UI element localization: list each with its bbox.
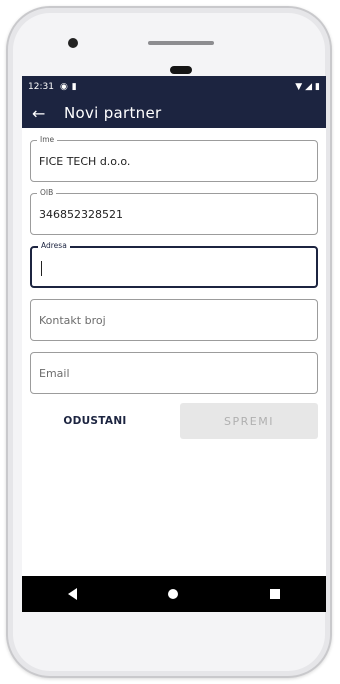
app-bar: ← Novi partner: [22, 98, 326, 128]
address-field-label: Adresa: [38, 241, 70, 250]
system-nav-bar: [22, 576, 326, 612]
form-actions: ODUSTANI SPREMI: [30, 403, 318, 439]
text-cursor: [41, 261, 42, 276]
sensor-pill: [170, 66, 192, 74]
status-time: 12:31: [28, 82, 54, 92]
cancel-button[interactable]: ODUSTANI: [30, 403, 160, 439]
front-camera: [68, 38, 78, 48]
sd-card-icon: ▮: [71, 82, 77, 92]
battery-icon: ▮: [315, 82, 320, 92]
page-title: Novi partner: [64, 104, 162, 122]
app-notification-icon: ◉: [59, 82, 68, 92]
back-arrow-icon[interactable]: ←: [32, 104, 48, 123]
app-screen: 12:31 ◉ ▮ ▼ ◢ ▮ ← Novi partner Ime FICE …: [22, 76, 326, 612]
nav-back-icon[interactable]: [67, 588, 77, 600]
email-placeholder: Email: [39, 367, 70, 380]
status-bar: 12:31 ◉ ▮ ▼ ◢ ▮: [22, 76, 326, 98]
oib-field[interactable]: OIB 346852328521: [30, 188, 318, 235]
nav-recents-icon[interactable]: [270, 589, 281, 599]
address-field[interactable]: Adresa: [30, 241, 318, 288]
oib-field-value: 346852328521: [39, 208, 123, 221]
name-field[interactable]: Ime FICE TECH d.o.o.: [30, 135, 318, 182]
status-icons: ▼ ◢ ▮: [295, 82, 320, 92]
name-field-label: Ime: [37, 135, 58, 144]
wifi-icon: ▼: [295, 82, 303, 92]
name-field-value: FICE TECH d.o.o.: [39, 155, 131, 168]
signal-icon: ◢: [305, 82, 313, 92]
partner-form: Ime FICE TECH d.o.o. OIB 346852328521 Ad…: [22, 128, 326, 439]
email-field[interactable]: Email: [30, 352, 318, 394]
oib-field-label: OIB: [37, 188, 57, 197]
nav-home-icon[interactable]: [168, 589, 179, 599]
contact-number-field[interactable]: Kontakt broj: [30, 299, 318, 341]
earpiece-speaker: [148, 41, 214, 45]
contact-number-placeholder: Kontakt broj: [39, 314, 106, 327]
save-button[interactable]: SPREMI: [180, 403, 318, 439]
